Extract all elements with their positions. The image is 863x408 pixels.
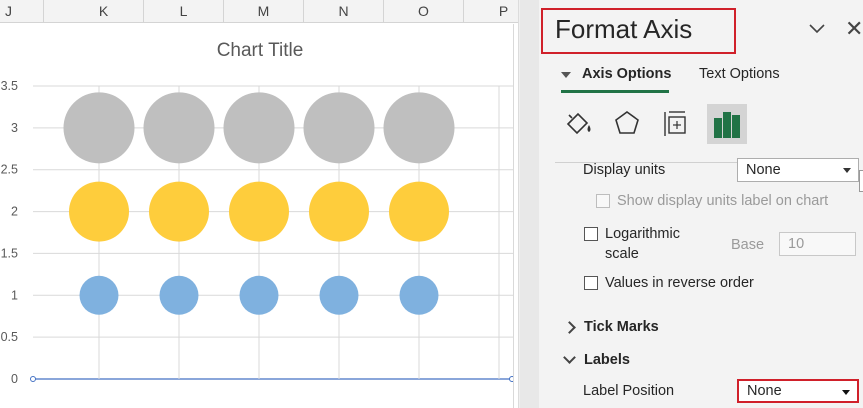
column-header-l[interactable]: L	[144, 0, 224, 22]
bubble-chart[interactable]: 0 0.5 1 1.5 2 2.5 3 3.5	[0, 24, 513, 408]
size-properties-icon[interactable]	[657, 104, 697, 144]
tab-axis-options[interactable]: Axis Options	[582, 66, 671, 82]
pentagon-icon[interactable]	[607, 104, 647, 144]
y-tick-label: 1	[11, 288, 18, 302]
labels-section[interactable]: Labels	[584, 352, 630, 368]
label-position-select[interactable]: None	[737, 379, 859, 403]
y-tick-label: 2.5	[1, 163, 18, 177]
column-header-n[interactable]: N	[304, 0, 384, 22]
show-units-label-checkbox[interactable]	[596, 194, 610, 208]
label-position-value: None	[747, 383, 782, 399]
column-header-o[interactable]: O	[384, 0, 464, 22]
column-header-m[interactable]: M	[224, 0, 304, 22]
dropdown-arrow-icon	[842, 390, 850, 395]
dropdown-arrow-icon	[843, 168, 851, 173]
logarithmic-label-line2: scale	[605, 246, 639, 262]
bubble-point[interactable]	[239, 275, 279, 315]
active-tab-indicator	[561, 90, 669, 93]
format-axis-pane: Format Axis ✕ Axis Options Text Options …	[539, 0, 863, 408]
bubble-point[interactable]	[399, 275, 439, 315]
bubble-point[interactable]	[69, 181, 129, 242]
tab-text-options[interactable]: Text Options	[699, 66, 780, 82]
bubble-point[interactable]	[149, 181, 209, 242]
logarithmic-label-line1: Logarithmic	[605, 226, 680, 242]
reverse-order-label: Values in reverse order	[605, 275, 754, 291]
logarithmic-scale-checkbox[interactable]	[584, 227, 598, 241]
pane-title: Format Axis	[555, 14, 693, 44]
close-icon[interactable]: ✕	[845, 16, 863, 42]
caret-down-icon	[561, 72, 571, 78]
chart-area[interactable]: Chart Title 0 0.5 1 1.5 2 2.5 3 3.5	[0, 24, 514, 408]
bubble-point[interactable]	[143, 92, 215, 164]
bubble-point[interactable]	[79, 275, 119, 315]
axis-selection-handle[interactable]	[30, 376, 36, 382]
chevron-down-icon[interactable]	[807, 20, 827, 38]
worksheet-scrollbar[interactable]	[518, 0, 520, 408]
show-units-label-text: Show display units label on chart	[617, 193, 829, 209]
y-tick-label: 1.5	[1, 246, 18, 260]
bubble-point[interactable]	[309, 181, 369, 242]
y-tick-label: 3.5	[1, 79, 18, 93]
base-value: 10	[788, 236, 805, 252]
bubble-point[interactable]	[303, 92, 375, 164]
label-position-label: Label Position	[583, 383, 675, 399]
fill-bucket-icon[interactable]	[559, 104, 599, 144]
column-header-j[interactable]: J	[0, 0, 44, 22]
worksheet[interactable]: J K L M N O P Chart Title 0 0.5 1 1.5 2 2.5 3 3…	[0, 0, 520, 408]
display-units-value: None	[746, 162, 781, 178]
bar-chart-icon[interactable]	[707, 104, 747, 144]
base-input[interactable]: 10	[779, 232, 856, 256]
bubble-point[interactable]	[223, 92, 295, 164]
y-tick-label: 0	[11, 372, 18, 386]
display-units-select[interactable]: None	[737, 158, 859, 182]
bubble-point[interactable]	[389, 181, 449, 242]
y-tick-label: 0.5	[1, 330, 18, 344]
bubble-point[interactable]	[383, 92, 455, 164]
chevron-right-icon[interactable]	[563, 321, 576, 334]
column-header-p[interactable]: P	[464, 0, 520, 22]
axis-selection-handle[interactable]	[509, 376, 514, 382]
pane-scroll-handle[interactable]	[859, 170, 863, 192]
display-units-label: Display units	[583, 162, 666, 178]
bubble-point[interactable]	[319, 275, 359, 315]
base-label: Base	[731, 237, 765, 253]
column-header-bar: J K L M N O P	[0, 0, 520, 23]
tick-marks-section[interactable]: Tick Marks	[584, 319, 659, 335]
column-header-k[interactable]: K	[64, 0, 144, 22]
bubble-point[interactable]	[159, 275, 199, 315]
y-tick-label: 2	[11, 205, 18, 219]
y-tick-label: 3	[11, 121, 18, 135]
chevron-down-small-icon[interactable]	[563, 351, 576, 364]
bubble-point[interactable]	[229, 181, 289, 242]
bubble-point[interactable]	[63, 92, 135, 164]
reverse-order-checkbox[interactable]	[584, 276, 598, 290]
